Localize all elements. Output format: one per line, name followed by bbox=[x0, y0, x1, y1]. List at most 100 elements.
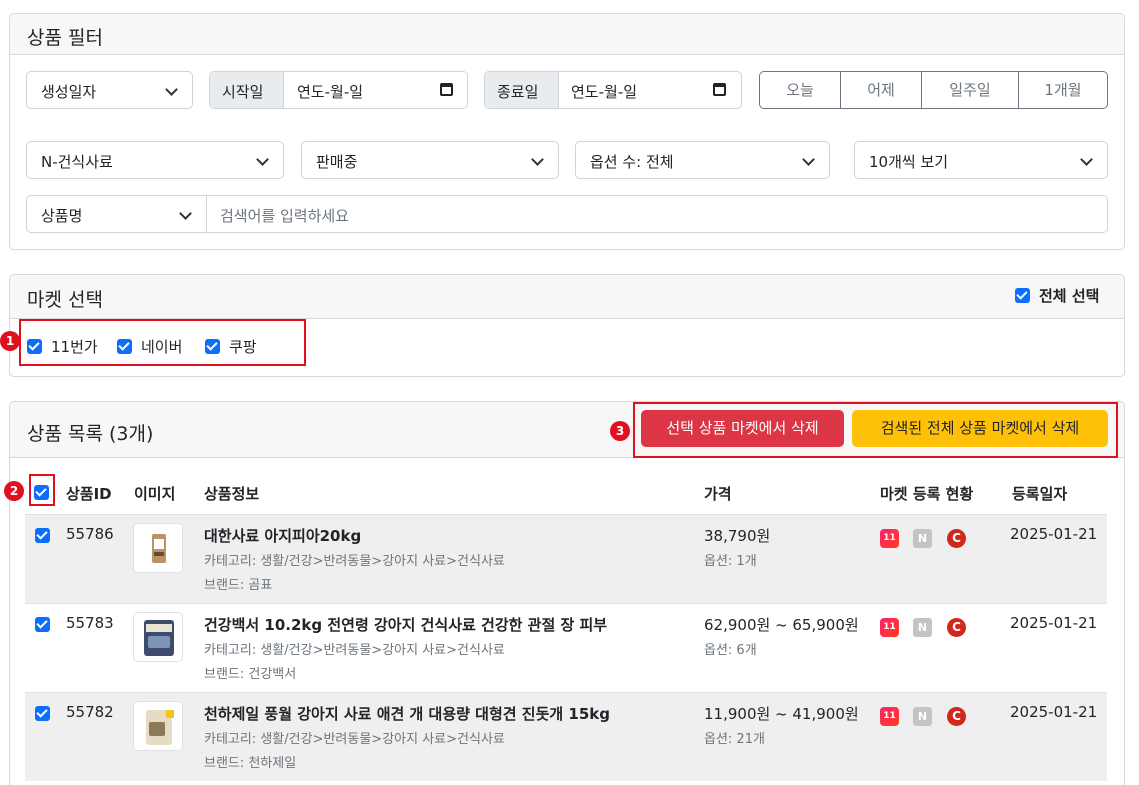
annotation-badge-3: 3 bbox=[610, 421, 630, 441]
table-row[interactable]: 55783 건강백서 10.2kg 전연령 강아지 건식사료 건강한 관절 장 … bbox=[25, 603, 1107, 692]
product-options: 옵션: 21개 bbox=[704, 732, 765, 747]
coupang-market-icon: C bbox=[947, 707, 966, 726]
range-week-button[interactable]: 일주일 bbox=[922, 72, 1019, 108]
product-id: 55782 bbox=[66, 703, 114, 721]
market-11st-checkbox[interactable] bbox=[27, 339, 42, 354]
dog-food-bag-icon bbox=[152, 534, 166, 563]
filter-card-header: 상품 필터 bbox=[10, 14, 1124, 55]
product-price: 11,900원 ~ 41,900원 bbox=[704, 705, 859, 723]
registration-date: 2025-01-21 bbox=[1010, 614, 1098, 632]
calendar-icon[interactable] bbox=[440, 83, 453, 96]
end-date-addon: 종료일 bbox=[485, 72, 559, 108]
start-date-label: 시작일 bbox=[222, 83, 264, 101]
coupang-market-icon: C bbox=[947, 618, 966, 637]
status-select[interactable]: 판매중 bbox=[301, 141, 559, 179]
chevron-down-icon bbox=[531, 153, 544, 166]
dog-food-bag-icon bbox=[144, 620, 174, 656]
row-checkbox[interactable] bbox=[35, 706, 50, 721]
registration-date: 2025-01-21 bbox=[1010, 703, 1098, 721]
11st-market-icon: 11 bbox=[880, 618, 899, 637]
column-header-date: 등록일자 bbox=[1012, 485, 1068, 503]
status-value: 판매중 bbox=[316, 153, 358, 171]
page-size-select[interactable]: 10개씩 보기 bbox=[854, 141, 1108, 179]
product-image[interactable] bbox=[133, 612, 183, 662]
start-date-addon: 시작일 bbox=[210, 72, 284, 108]
product-name[interactable]: 건강백서 10.2kg 전연령 강아지 건식사료 건강한 관절 장 피부 bbox=[204, 614, 607, 635]
market-naver-checkbox[interactable] bbox=[117, 339, 132, 354]
select-all-markets-label[interactable]: 전체 선택 bbox=[1039, 285, 1099, 306]
naver-market-icon: N bbox=[913, 618, 932, 637]
search-input[interactable]: 검색어를 입력하세요 bbox=[206, 195, 1108, 233]
date-type-value: 생성일자 bbox=[41, 83, 97, 101]
product-list-title: 상품 목록 (3개) bbox=[27, 423, 154, 445]
product-category: 카테고리: 생활/건강>반려동물>강아지 사료>건식사료 bbox=[204, 732, 505, 747]
option-count-select[interactable]: 옵션 수: 전체 bbox=[575, 141, 830, 179]
market-card-header: 마켓 선택 bbox=[10, 275, 1124, 319]
product-options: 옵션: 6개 bbox=[704, 643, 757, 658]
market-card-title: 마켓 선택 bbox=[27, 289, 103, 311]
chevron-down-icon bbox=[179, 207, 192, 220]
product-brand: 브랜드: 천하제일 bbox=[204, 756, 297, 771]
row-checkbox[interactable] bbox=[35, 528, 50, 543]
product-category: 카테고리: 생활/건강>반려동물>강아지 사료>건식사료 bbox=[204, 554, 505, 569]
category-select[interactable]: N-건식사료 bbox=[26, 141, 284, 179]
range-yesterday-button[interactable]: 어제 bbox=[841, 72, 922, 108]
column-header-id: 상품ID bbox=[66, 485, 112, 503]
naver-market-icon: N bbox=[913, 529, 932, 548]
start-date-input[interactable]: 연도-월-일 bbox=[297, 81, 363, 102]
chevron-down-icon bbox=[256, 153, 269, 166]
select-all-markets-checkbox[interactable] bbox=[1015, 288, 1030, 303]
date-type-select[interactable]: 생성일자 bbox=[26, 71, 193, 109]
product-id: 55783 bbox=[66, 614, 114, 632]
delete-selected-button[interactable]: 선택 상품 마켓에서 삭제 bbox=[641, 410, 844, 447]
market-11st-label[interactable]: 11번가 bbox=[51, 336, 98, 357]
column-header-image: 이미지 bbox=[134, 485, 176, 503]
registration-date: 2025-01-21 bbox=[1010, 525, 1098, 543]
market-coupang-label[interactable]: 쿠팡 bbox=[229, 336, 257, 357]
table-row[interactable]: 55782 천하제일 풍월 강아지 사료 애견 개 대용량 대형견 진돗개 15… bbox=[25, 692, 1107, 781]
start-date-group[interactable]: 시작일 연도-월-일 bbox=[209, 71, 468, 109]
quick-range-buttons: 오늘 어제 일주일 1개월 bbox=[759, 71, 1108, 109]
end-date-input[interactable]: 연도-월-일 bbox=[571, 81, 637, 102]
column-header-market-status: 마켓 등록 현황 bbox=[880, 485, 974, 503]
product-image[interactable] bbox=[133, 523, 183, 573]
coupang-market-icon: C bbox=[947, 529, 966, 548]
range-month-button[interactable]: 1개월 bbox=[1019, 72, 1107, 108]
product-name[interactable]: 대한사료 아지피아20kg bbox=[204, 525, 361, 546]
chevron-down-icon bbox=[802, 153, 815, 166]
delete-all-button[interactable]: 검색된 전체 상품 마켓에서 삭제 bbox=[852, 410, 1108, 447]
naver-market-icon: N bbox=[913, 707, 932, 726]
product-name[interactable]: 천하제일 풍월 강아지 사료 애견 개 대용량 대형견 진돗개 15kg bbox=[204, 703, 610, 724]
column-header-price: 가격 bbox=[704, 485, 732, 503]
end-date-group[interactable]: 종료일 연도-월-일 bbox=[484, 71, 742, 109]
filter-card-title: 상품 필터 bbox=[27, 27, 103, 49]
category-value: N-건식사료 bbox=[41, 153, 113, 171]
table-row[interactable]: 55786 대한사료 아지피아20kg 카테고리: 생활/건강>반려동물>강아지… bbox=[25, 514, 1107, 603]
column-header-info: 상품정보 bbox=[204, 485, 260, 503]
page-size-value: 10개씩 보기 bbox=[869, 153, 949, 171]
product-price: 62,900원 ~ 65,900원 bbox=[704, 616, 859, 634]
product-image[interactable] bbox=[133, 701, 183, 751]
product-options: 옵션: 1개 bbox=[704, 554, 757, 569]
product-category: 카테고리: 생활/건강>반려동물>강아지 사료>건식사료 bbox=[204, 643, 505, 658]
end-date-label: 종료일 bbox=[497, 83, 539, 101]
product-price: 38,790원 bbox=[704, 527, 771, 545]
calendar-icon[interactable] bbox=[713, 83, 726, 96]
search-field-select[interactable]: 상품명 bbox=[26, 195, 207, 233]
chevron-down-icon bbox=[165, 83, 178, 96]
11st-market-icon: 11 bbox=[880, 707, 899, 726]
annotation-badge-2: 2 bbox=[4, 481, 24, 501]
market-coupang-checkbox[interactable] bbox=[205, 339, 220, 354]
option-count-value: 옵션 수: 전체 bbox=[590, 153, 674, 171]
row-checkbox[interactable] bbox=[35, 617, 50, 632]
search-field-value: 상품명 bbox=[41, 207, 83, 225]
product-brand: 브랜드: 곰표 bbox=[204, 578, 273, 593]
search-placeholder: 검색어를 입력하세요 bbox=[220, 207, 349, 225]
select-all-rows-checkbox[interactable] bbox=[34, 485, 49, 500]
market-naver-label[interactable]: 네이버 bbox=[141, 336, 182, 357]
product-brand: 브랜드: 건강백서 bbox=[204, 667, 297, 682]
product-id: 55786 bbox=[66, 525, 114, 543]
chevron-down-icon bbox=[1080, 153, 1093, 166]
dog-food-bag-icon bbox=[146, 710, 174, 745]
range-today-button[interactable]: 오늘 bbox=[760, 72, 841, 108]
